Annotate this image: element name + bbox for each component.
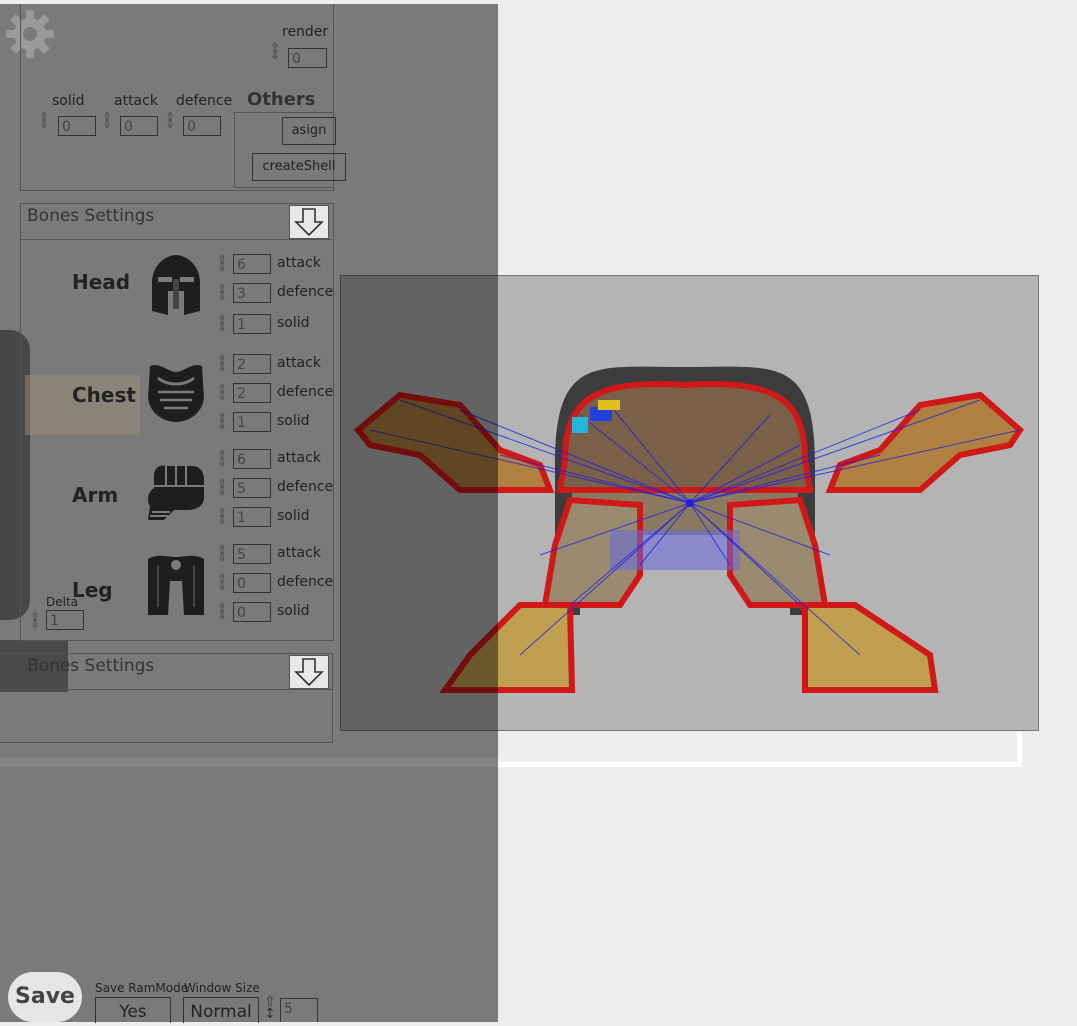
leg-defence-input[interactable]: 0 (233, 573, 271, 593)
defence-stepper[interactable]: ⇧ ⇩ (165, 111, 175, 130)
render-input[interactable]: 0 (288, 48, 327, 68)
helmet-icon[interactable] (144, 253, 208, 317)
window-size-select[interactable]: Normal (183, 997, 259, 1023)
save-ram-mode-toggle[interactable]: Yes (95, 997, 171, 1023)
save-button-label: Save (15, 984, 75, 1009)
selected-bone-marker (572, 417, 588, 433)
asign-button[interactable]: asign (282, 117, 336, 145)
solid-stepper[interactable]: ⇧ ⇩ (39, 111, 49, 130)
arm-defence-stepper[interactable]: ⇧ ⇩ (217, 478, 227, 497)
chest-solid-label: solid (277, 413, 310, 429)
part-name-chest: Chest (72, 383, 136, 407)
attack-stepper[interactable]: ⇧ ⇩ (102, 111, 112, 130)
arm-solid-label: solid (277, 508, 310, 524)
head-solid-stepper[interactable]: ⇧ ⇩ (217, 314, 227, 333)
head-defence-label: defence (277, 284, 334, 300)
chest-attack-label: attack (277, 355, 321, 371)
extra-input[interactable]: 5 (280, 998, 318, 1022)
gauntlet-icon[interactable] (144, 458, 208, 522)
viewport-sidebar-shade (340, 275, 498, 731)
chest-defence-stepper[interactable]: ⇧ ⇩ (217, 383, 227, 402)
solid-label: solid (52, 93, 85, 109)
arm-attack-stepper[interactable]: ⇧ ⇩ (217, 449, 227, 468)
defence-label: defence (176, 93, 233, 109)
collapse-arrow-icon[interactable] (289, 655, 329, 689)
arm-defence-input[interactable]: 5 (233, 478, 271, 498)
leg-defence-stepper[interactable]: ⇧ ⇩ (217, 573, 227, 592)
right-foot-bone (802, 602, 939, 693)
part-name-head: Head (72, 270, 131, 294)
head-attack-input[interactable]: 6 (233, 254, 271, 274)
render-label: render (282, 24, 329, 40)
leg-solid-stepper[interactable]: ⇧ ⇩ (217, 602, 227, 621)
delta-stepper[interactable]: ⇧ ⇩ (30, 611, 40, 630)
others-label: Others (247, 89, 316, 110)
arm-defence-label: defence (277, 479, 334, 495)
delta-label: Delta (46, 595, 79, 609)
part-name-leg: Leg (72, 578, 113, 602)
chest-armor-icon[interactable] (144, 358, 208, 424)
head-defence-input[interactable]: 3 (233, 283, 271, 303)
leg-solid-input[interactable]: 0 (233, 602, 271, 622)
head-solid-label: solid (277, 315, 310, 331)
bones-settings-title-2: Bones Settings (27, 656, 155, 676)
save-ram-mode-label: Save RamMode (95, 981, 189, 995)
delta-input[interactable]: 1 (46, 610, 84, 630)
chest-defence-input[interactable]: 2 (233, 383, 271, 403)
attack-input[interactable]: 0 (120, 116, 158, 136)
save-button[interactable]: Save (8, 972, 82, 1022)
root-bone-joint (686, 499, 694, 507)
leg-solid-label: solid (277, 603, 310, 619)
chest-attack-stepper[interactable]: ⇧ ⇩ (217, 354, 227, 373)
chest-defence-label: defence (277, 384, 334, 400)
collapse-arrow-icon[interactable] (289, 205, 329, 239)
bones-settings-title: Bones Settings (27, 206, 155, 226)
leg-defence-label: defence (277, 574, 334, 590)
arm-attack-label: attack (277, 450, 321, 466)
selected-bone-marker-3 (598, 400, 620, 410)
head-attack-stepper[interactable]: ⇧ ⇩ (217, 254, 227, 273)
chest-solid-input[interactable]: 1 (233, 412, 271, 432)
right-arm-bone (825, 391, 1024, 493)
leg-armor-icon[interactable] (144, 551, 208, 617)
chest-solid-stepper[interactable]: ⇧ ⇩ (217, 412, 227, 431)
extra-stepper[interactable]: ⇧ ↕ (264, 995, 276, 1021)
arm-attack-input[interactable]: 6 (233, 449, 271, 469)
head-solid-input[interactable]: 1 (233, 314, 271, 334)
leg-attack-label: attack (277, 545, 321, 561)
solid-input[interactable]: 0 (58, 116, 96, 136)
part-name-arm: Arm (72, 483, 119, 507)
render-stepper[interactable]: ⇧ ⇩ (270, 42, 280, 61)
attack-label: attack (114, 93, 158, 109)
head-defence-stepper[interactable]: ⇧ ⇩ (217, 283, 227, 302)
leg-attack-input[interactable]: 5 (233, 544, 271, 564)
arm-solid-input[interactable]: 1 (233, 507, 271, 527)
create-shell-button[interactable]: createShell (252, 153, 346, 181)
defence-input[interactable]: 0 (183, 116, 221, 136)
leg-attack-stepper[interactable]: ⇧ ⇩ (217, 544, 227, 563)
chest-attack-input[interactable]: 2 (233, 354, 271, 374)
canvas-frame (498, 733, 1022, 767)
arm-solid-stepper[interactable]: ⇧ ⇩ (217, 507, 227, 526)
window-size-label: Window Size (184, 981, 260, 995)
head-attack-label: attack (277, 255, 321, 271)
